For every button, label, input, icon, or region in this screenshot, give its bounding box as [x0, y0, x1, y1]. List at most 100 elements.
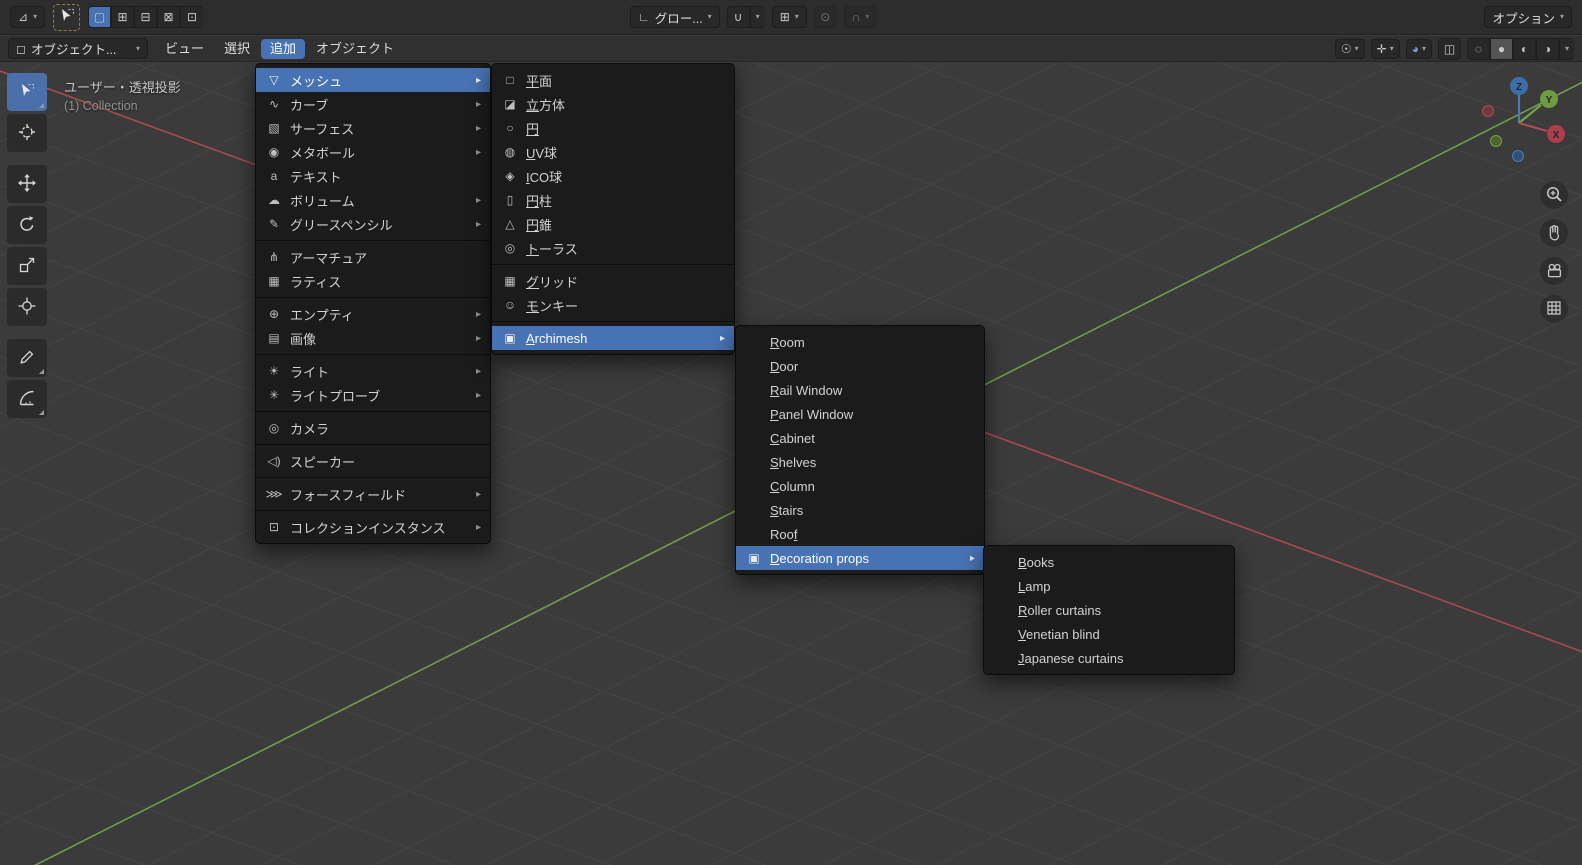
menu-item-lamp[interactable]: Lamp	[984, 574, 1234, 598]
select-box-tool-button[interactable]	[7, 73, 47, 111]
select-mode-intersect-icon: ⊡	[187, 10, 198, 24]
shading-dropdown[interactable]: ▾	[1559, 37, 1574, 60]
menu-item-rail-window[interactable]: Rail Window	[736, 378, 984, 402]
menu-item-cone[interactable]: △ 円錐	[492, 212, 734, 236]
menu-item-circle[interactable]: ○ 円	[492, 116, 734, 140]
menu-item-decoration-props[interactable]: ▣ Decoration props ▸	[736, 546, 984, 570]
menu-item-column[interactable]: Column	[736, 474, 984, 498]
menu-item-uv-sphere[interactable]: ◍ UV球	[492, 140, 734, 164]
select-mode-intersect-button[interactable]: ⊡	[180, 6, 204, 28]
menu-item-volume[interactable]: ☁ ボリューム ▸	[256, 188, 490, 212]
menu-item-stairs[interactable]: Stairs	[736, 498, 984, 522]
select-mode-difference-button[interactable]: ⊠	[157, 6, 181, 28]
menu-item-label: テキスト	[290, 169, 342, 185]
viewport-3d[interactable]: ユーザー・透視投影 (1) Collection Z Y X ▽ メッシュ ▸ ∿ カー…	[0, 63, 1582, 865]
active-tool-indicator[interactable]	[53, 3, 81, 31]
menu-item-monkey[interactable]: ☺ モンキー	[492, 293, 734, 317]
menu-add[interactable]: 追加	[261, 38, 306, 59]
editor-type-button[interactable]: ⊿ ▾	[10, 6, 46, 28]
menu-item-text[interactable]: a テキスト	[256, 164, 490, 188]
menu-item-empty[interactable]: ⊕ エンプティ ▸	[256, 302, 490, 326]
select-mode-set-button[interactable]: ▢	[88, 6, 112, 28]
menu-item-speaker[interactable]: ◁) スピーカー	[256, 449, 490, 473]
menu-item-shelves[interactable]: Shelves	[736, 450, 984, 474]
annotate-tool-button[interactable]	[7, 339, 47, 377]
menu-item-armature[interactable]: ⋔ アーマチュア	[256, 245, 490, 269]
menu-item-cabinet[interactable]: Cabinet	[736, 426, 984, 450]
menu-view[interactable]: ビュー	[156, 39, 213, 59]
shading-wireframe-button[interactable]: ◌	[1467, 37, 1490, 60]
menu-separator	[256, 354, 490, 355]
object-visibility-dropdown[interactable]: ☉ ▾	[1334, 38, 1365, 59]
gizmo-minus-z-axis[interactable]	[1512, 150, 1524, 162]
cursor-tool-button[interactable]	[7, 114, 47, 152]
menu-item-torus[interactable]: ◎ トーラス	[492, 236, 734, 260]
falloff-dropdown[interactable]: ∩ ▾	[843, 6, 878, 28]
menu-item-plane[interactable]: □ 平面	[492, 68, 734, 92]
mode-dropdown[interactable]: ◻ オブジェクト... ▾	[8, 38, 148, 59]
shading-material-button[interactable]: ◐	[1513, 37, 1536, 60]
move-tool-button[interactable]	[7, 165, 47, 203]
proportional-edit-toggle[interactable]: ⊙	[813, 6, 837, 28]
gizmos-dropdown[interactable]: ✛ ▾	[1370, 38, 1400, 59]
chevron-down-icon: ▾	[794, 12, 799, 21]
menu-item-panel-window[interactable]: Panel Window	[736, 402, 984, 426]
select-mode-extend-button[interactable]: ⊞	[111, 6, 135, 28]
camera-view-button[interactable]	[1540, 257, 1568, 285]
menu-item-camera[interactable]: ◎ カメラ	[256, 416, 490, 440]
snap-toggle-button[interactable]: ∪	[726, 6, 750, 28]
menu-item-mesh[interactable]: ▽ メッシュ ▸	[256, 68, 490, 92]
gizmo-y-label: Y	[1546, 95, 1553, 106]
select-mode-extend-icon: ⊞	[117, 10, 128, 24]
menu-object[interactable]: オブジェクト	[307, 39, 403, 59]
overlays-dropdown[interactable]: ◕ ▾	[1405, 38, 1432, 59]
select-mode-subtract-button[interactable]: ⊟	[134, 6, 158, 28]
gizmo-minus-x-axis[interactable]	[1482, 105, 1494, 117]
toggle-ortho-button[interactable]	[1540, 295, 1568, 323]
gizmo-minus-y-axis[interactable]	[1490, 135, 1502, 147]
menu-item-curve[interactable]: ∿ カーブ ▸	[256, 92, 490, 116]
navigation-gizmo[interactable]: Z Y X	[1464, 71, 1574, 175]
pan-button[interactable]	[1540, 219, 1568, 247]
menu-item-lattice[interactable]: ▦ ラティス	[256, 269, 490, 293]
menu-select[interactable]: 選択	[215, 39, 259, 59]
menu-item-room[interactable]: Room	[736, 330, 984, 354]
xray-toggle[interactable]: ◫	[1438, 37, 1461, 60]
rotate-tool-button[interactable]	[7, 206, 47, 244]
scale-tool-button[interactable]	[7, 247, 47, 285]
shading-solid-button[interactable]: ●	[1490, 37, 1513, 60]
force-field-icon: ⋙	[265, 487, 283, 501]
transform-orientation-dropdown[interactable]: ∟ グロー... ▾	[630, 6, 720, 28]
move-tool-icon	[18, 173, 36, 195]
menu-item-light[interactable]: ☀ ライト ▸	[256, 359, 490, 383]
menu-item-grease-pencil[interactable]: ✎ グリースペンシル ▸	[256, 212, 490, 236]
menu-item-surface[interactable]: ▧ サーフェス ▸	[256, 116, 490, 140]
menu-item-door[interactable]: Door	[736, 354, 984, 378]
menu-item-cylinder[interactable]: ▯ 円柱	[492, 188, 734, 212]
menu-item-archimesh[interactable]: ▣ Archimesh ▸	[492, 326, 734, 350]
menu-item-roller-curtains[interactable]: Roller curtains	[984, 598, 1234, 622]
menu-item-grid[interactable]: ▦ グリッド	[492, 269, 734, 293]
zoom-button[interactable]	[1540, 181, 1568, 209]
menu-item-roof[interactable]: Roof	[736, 522, 984, 546]
menu-item-collection-instance[interactable]: ⊡ コレクションインスタンス ▸	[256, 515, 490, 539]
menu-item-venetian-blind[interactable]: Venetian blind	[984, 622, 1234, 646]
measure-tool-button[interactable]	[7, 380, 47, 418]
submenu-arrow-icon: ▸	[475, 389, 481, 401]
snap-dropdown-button[interactable]: ▾	[749, 6, 765, 28]
menu-item-label: エンプティ	[290, 307, 354, 323]
menu-item-japanese-curtains[interactable]: Japanese curtains	[984, 646, 1234, 670]
menu-item-light-probe[interactable]: ✳ ライトプローブ ▸	[256, 383, 490, 407]
menu-item-metaball[interactable]: ◉ メタボール ▸	[256, 140, 490, 164]
menu-item-force-field[interactable]: ⋙ フォースフィールド ▸	[256, 482, 490, 506]
menu-item-books[interactable]: Books	[984, 550, 1234, 574]
menu-item-label: フォースフィールド	[290, 487, 407, 503]
snap-with-dropdown[interactable]: ⊞ ▾	[771, 6, 807, 28]
menu-item-image[interactable]: ▤ 画像 ▸	[256, 326, 490, 350]
menu-item-ico-sphere[interactable]: ◈ ICO球	[492, 164, 734, 188]
menu-item-cube[interactable]: ◪ 立方体	[492, 92, 734, 116]
options-button[interactable]: オプション ▾	[1484, 6, 1572, 28]
chevron-down-icon: ▾	[1421, 43, 1426, 53]
shading-rendered-button[interactable]: ◑	[1536, 37, 1559, 60]
transform-tool-button[interactable]	[7, 288, 47, 326]
